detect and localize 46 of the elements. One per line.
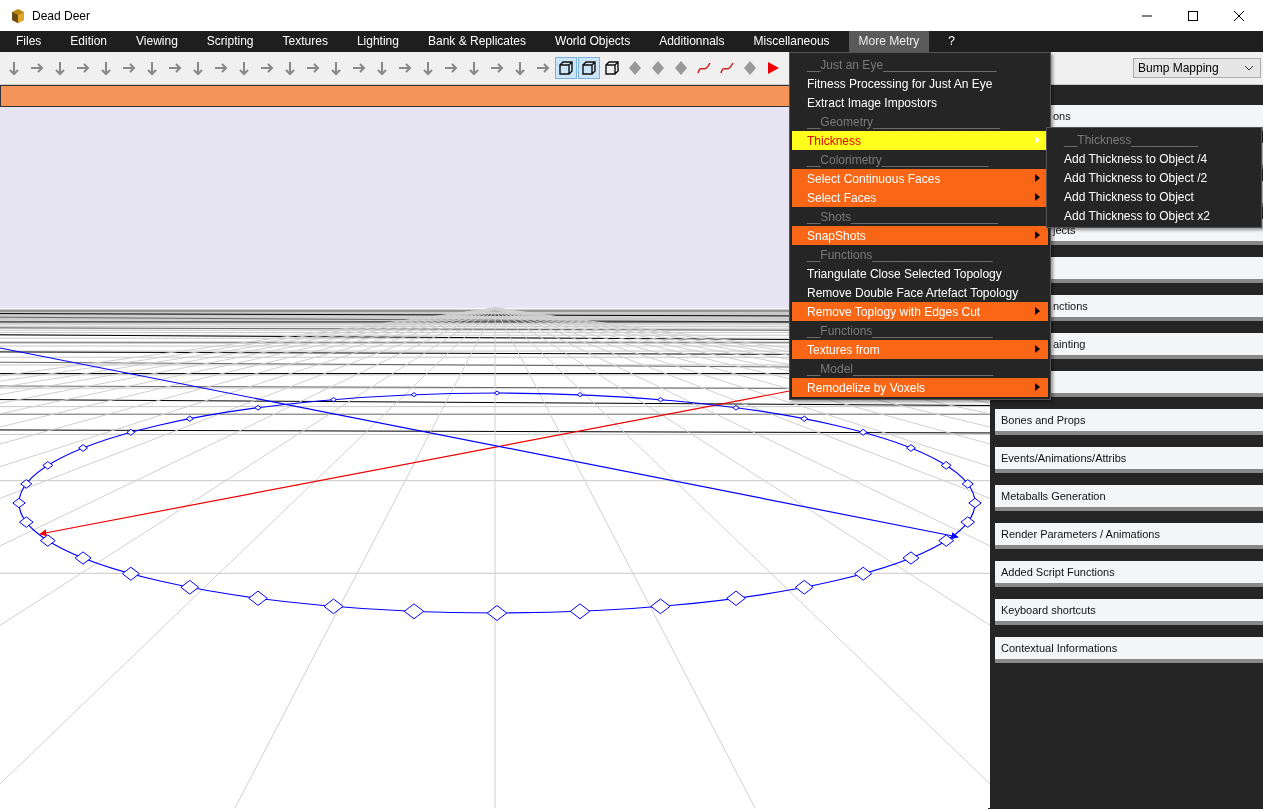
section-header[interactable]: Keyboard shortcuts <box>995 599 1263 625</box>
submenu-arrow-icon <box>1035 231 1040 239</box>
menu-item[interactable]: Additionnals <box>649 31 735 52</box>
menu-section-label: __Colorimetry________________ <box>806 151 990 169</box>
menu-item[interactable]: Textures <box>272 31 338 52</box>
close-icon[interactable] <box>1234 10 1244 21</box>
section-header[interactable]: Contextual Informations <box>995 637 1263 663</box>
submenu-arrow-icon <box>1035 383 1040 391</box>
app-icon <box>10 7 26 24</box>
menu-item[interactable]: Lighting <box>346 31 409 52</box>
menu-item[interactable]: ? <box>938 31 965 52</box>
menu-item[interactable]: World Objects <box>545 31 641 52</box>
cube-tool-icon[interactable] <box>555 57 577 79</box>
section-header[interactable]: Events/Animations/Attribs <box>995 447 1263 473</box>
menu-section-label: __Just an Eye_________________ <box>806 56 998 74</box>
menu-item[interactable]: Add Thickness to Object /4 <box>1047 149 1261 168</box>
section-header[interactable]: Render Parameters / Animations <box>995 523 1263 549</box>
menu-section-label: __Model_____________________ <box>806 360 995 378</box>
render-mode-dropdown[interactable]: Bump Mapping <box>1133 58 1261 78</box>
section-header[interactable]: Bones and Props <box>995 409 1263 435</box>
menu-item[interactable]: Add Thickness to Object <box>1047 187 1261 206</box>
submenu-arrow-icon <box>1035 307 1040 315</box>
menu-item[interactable]: Thickness <box>792 131 1048 150</box>
cube-tool-icon[interactable] <box>578 57 600 79</box>
chevron-down-icon[interactable] <box>1244 65 1254 71</box>
menu-item[interactable]: Edition <box>60 31 118 52</box>
menu-item[interactable]: Bank & Replicates <box>417 31 536 52</box>
menu-section-label: __Functions__________________ <box>806 246 994 264</box>
menu-item[interactable]: Scripting <box>196 31 264 52</box>
menu-item[interactable]: Triangulate Close Selected Topology <box>792 264 1048 283</box>
menu-item[interactable]: Fitness Processing for Just An Eye <box>792 74 1048 93</box>
submenu-arrow-icon <box>1035 174 1040 182</box>
menu-item[interactable]: Add Thickness to Object /2 <box>1047 168 1261 187</box>
maximize-icon[interactable] <box>1188 10 1198 21</box>
window-title: Dead Deer <box>32 8 91 23</box>
submenu-arrow-icon <box>1035 136 1040 144</box>
menu-item[interactable]: Files <box>6 31 52 52</box>
submenu-arrow-icon <box>1035 193 1040 201</box>
menu-item[interactable]: Miscellaneous <box>743 31 840 52</box>
menu-item[interactable]: More Metry <box>848 31 930 52</box>
section-header[interactable]: Metaballs Generation <box>995 485 1263 511</box>
submenu-arrow-icon <box>1035 345 1040 353</box>
menu-item[interactable]: Viewing <box>126 31 188 52</box>
menu-section-label: __Thickness__________ <box>1063 131 1200 149</box>
menu-section-label: __Functions__________________ <box>806 322 994 340</box>
section-header[interactable]: Added Script Functions <box>995 561 1263 587</box>
